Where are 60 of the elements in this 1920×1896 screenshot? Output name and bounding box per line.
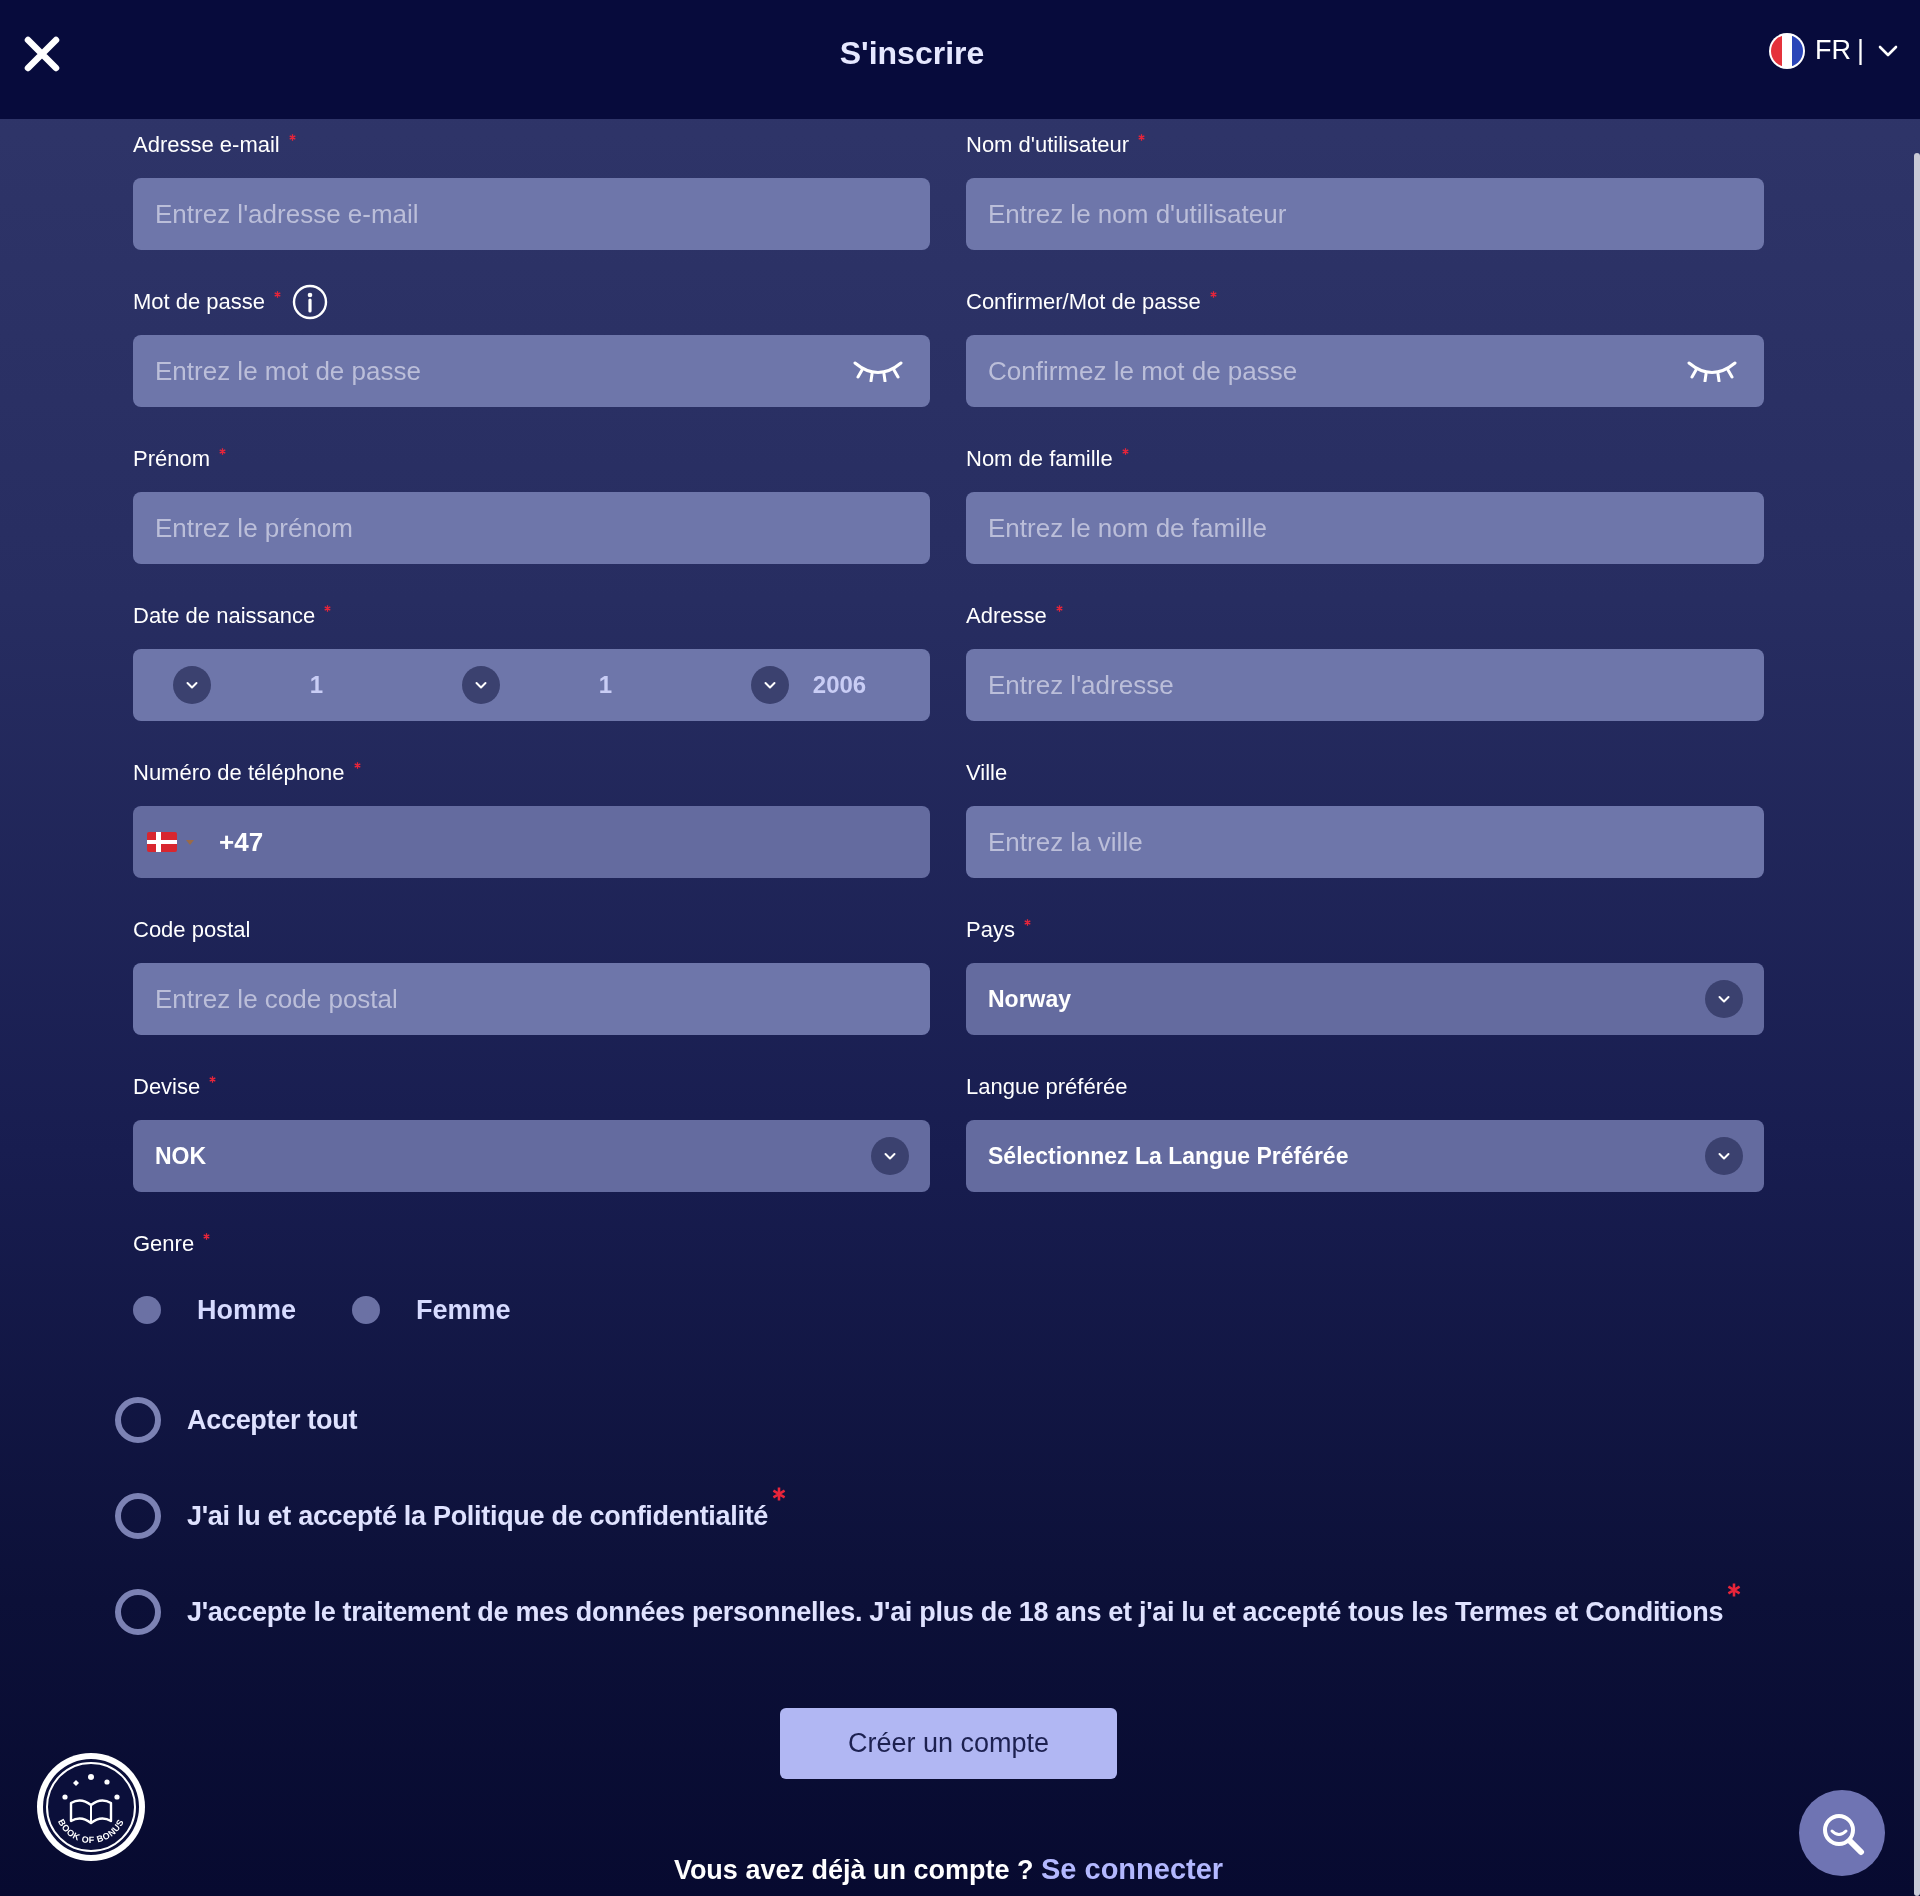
checkbox[interactable] [115,1493,161,1539]
field-label: Adresse [966,603,1047,629]
field-label: Date de naissance [133,603,316,629]
input-field[interactable]: Entrez le nom d'utilisateur [966,178,1764,250]
consent-text: J'ai lu et accepté la Politique de confidentialité [187,1500,769,1532]
checkbox[interactable] [115,1397,161,1443]
field-label: Mot de passe [133,289,266,315]
password-field[interactable]: Entrez le mot de passe [133,335,930,407]
chevron-down-icon [173,666,211,704]
create-account-button[interactable]: Créer un compte [780,1708,1117,1779]
radio-label[interactable]: Homme [197,1294,297,1326]
input-field[interactable]: Entrez la ville [966,806,1764,878]
consent-text: Accepter tout [187,1404,358,1436]
input-field[interactable]: Entrez le code postal [133,963,930,1035]
input-field[interactable]: Entrez l'adresse e-mail [133,178,930,250]
chevron-down-icon [1878,44,1898,57]
scrollbar[interactable] [1914,153,1920,1896]
field-label: Code postal [133,917,251,943]
dropdown[interactable]: NOK [133,1120,930,1192]
input-field[interactable]: Entrez l'adresse [966,649,1764,721]
chevron-down-icon [462,666,500,704]
field-label: Ville [966,760,1008,786]
field-label: Devise [133,1074,201,1100]
field-label: Genre [133,1231,195,1257]
info-icon[interactable] [292,284,329,320]
date-dropdown[interactable]: 2006 [751,666,930,704]
flag-icon [1769,32,1805,69]
closed-eye-icon[interactable] [852,360,904,382]
login-link[interactable]: Se connecter [1040,1853,1224,1885]
date-dropdown[interactable]: 1 [462,666,751,704]
radio-button[interactable] [352,1296,381,1324]
field-label: Prénom [133,446,211,472]
field-label: Pays [966,917,1015,943]
field-label: Confirmer/Mot de passe [966,289,1201,315]
checkbox[interactable] [115,1589,161,1635]
field-label: Numéro de téléphone [133,760,345,786]
dropdown[interactable]: Sélectionnez La Langue Préférée [966,1120,1764,1192]
chevron-down-icon [1705,1137,1743,1175]
caret-icon [186,840,194,845]
input-field[interactable]: Entrez le prénom [133,492,930,564]
field-label: Nom de famille [966,446,1113,472]
page-title: S'inscrire [839,35,985,72]
field-label: Langue préférée [966,1074,1128,1100]
chevron-down-icon [1705,980,1743,1018]
phone-field[interactable]: +47 [133,806,930,878]
input-field[interactable]: Entrez le nom de famille [966,492,1764,564]
field-label: Nom d'utilisateur [966,132,1130,158]
chevron-down-icon [751,666,789,704]
radio-button[interactable] [133,1296,161,1324]
flag-icon[interactable] [147,832,177,852]
radio-label[interactable]: Femme [416,1294,511,1326]
field-label: Adresse e-mail [133,132,280,158]
chevron-down-icon [871,1137,909,1175]
date-dropdown[interactable]: 1 [173,666,462,704]
language-selector[interactable]: FR | [1769,32,1898,69]
dropdown[interactable]: Norway [966,963,1764,1035]
consent-text: J'accepte le traitement de mes données personnelles. J'ai plus de 18 ans et j'ai lu et accepté tous les Termes et Conditions [187,1596,1724,1628]
login-prompt: Vous avez déjà un compte ? Se connecter [673,1852,1224,1887]
password-field[interactable]: Confirmez le mot de passe [966,335,1764,407]
closed-eye-icon[interactable] [1686,360,1738,382]
